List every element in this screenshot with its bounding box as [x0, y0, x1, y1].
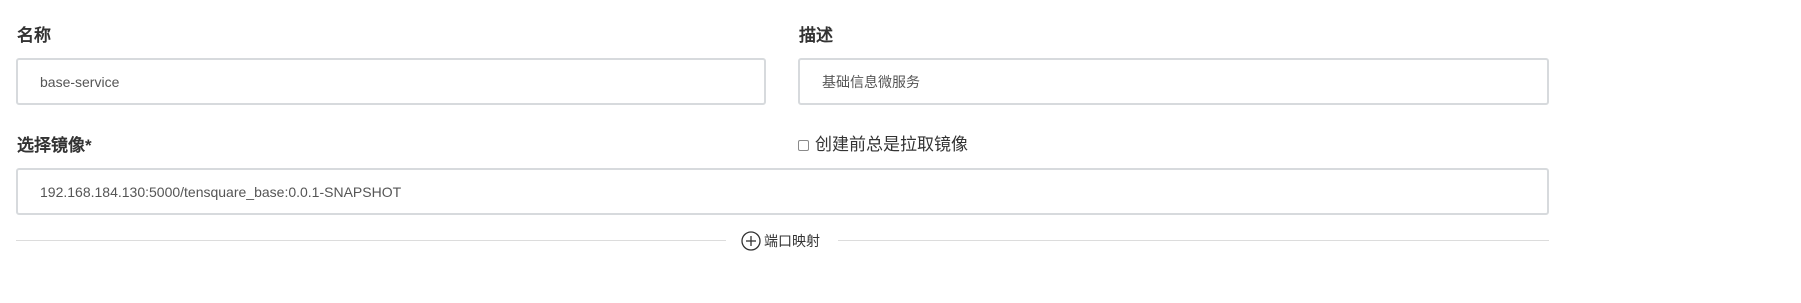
image-select-label: 选择镜像*	[17, 136, 92, 155]
port-mapping-label: 端口映射	[764, 233, 820, 249]
divider-left	[16, 240, 726, 241]
pull-image-checkbox-wrap[interactable]: 创建前总是拉取镜像	[798, 134, 968, 156]
description-label: 描述	[799, 26, 833, 45]
pull-image-checkbox-label: 创建前总是拉取镜像	[815, 135, 968, 154]
add-port-mapping-button[interactable]: 端口映射	[741, 230, 820, 252]
divider-right	[838, 240, 1549, 241]
pull-image-checkbox[interactable]	[798, 139, 809, 151]
name-label: 名称	[17, 26, 51, 45]
description-input[interactable]	[798, 58, 1549, 105]
name-input[interactable]	[16, 58, 766, 105]
image-input[interactable]	[16, 168, 1549, 215]
plus-circle-icon[interactable]	[741, 231, 761, 251]
